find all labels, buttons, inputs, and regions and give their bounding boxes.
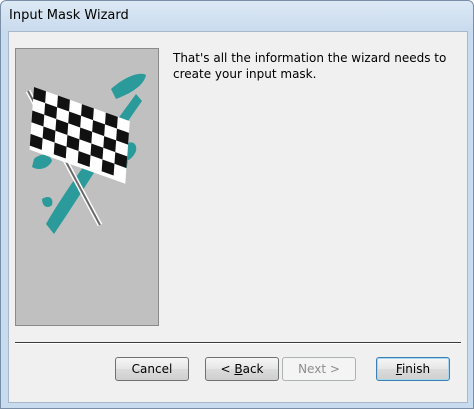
title-bar[interactable]: Input Mask Wizard — [1, 1, 473, 31]
finish-button[interactable]: Finish — [376, 357, 450, 381]
back-button[interactable]: < Back — [205, 357, 279, 381]
finish-button-rest: inish — [401, 362, 431, 376]
checkered-flag-icon — [25, 73, 146, 234]
cancel-button-label: Cancel — [131, 362, 173, 376]
window-title: Input Mask Wizard — [9, 8, 129, 23]
wizard-picture-panel — [15, 48, 159, 326]
next-button[interactable]: Next > — [282, 357, 356, 381]
next-button-label: Next > — [298, 362, 340, 376]
button-separator — [15, 342, 461, 344]
wizard-client-area: That's all the information the wizard ne… — [8, 31, 468, 403]
back-button-prefix: < — [220, 362, 235, 376]
back-button-mnemonic: B — [234, 362, 243, 376]
back-button-rest: ack — [242, 362, 264, 376]
cancel-button[interactable]: Cancel — [115, 357, 189, 381]
wizard-message: That's all the information the wizard ne… — [173, 51, 447, 81]
wizard-window: Input Mask Wizard That's all the informa… — [0, 0, 474, 409]
